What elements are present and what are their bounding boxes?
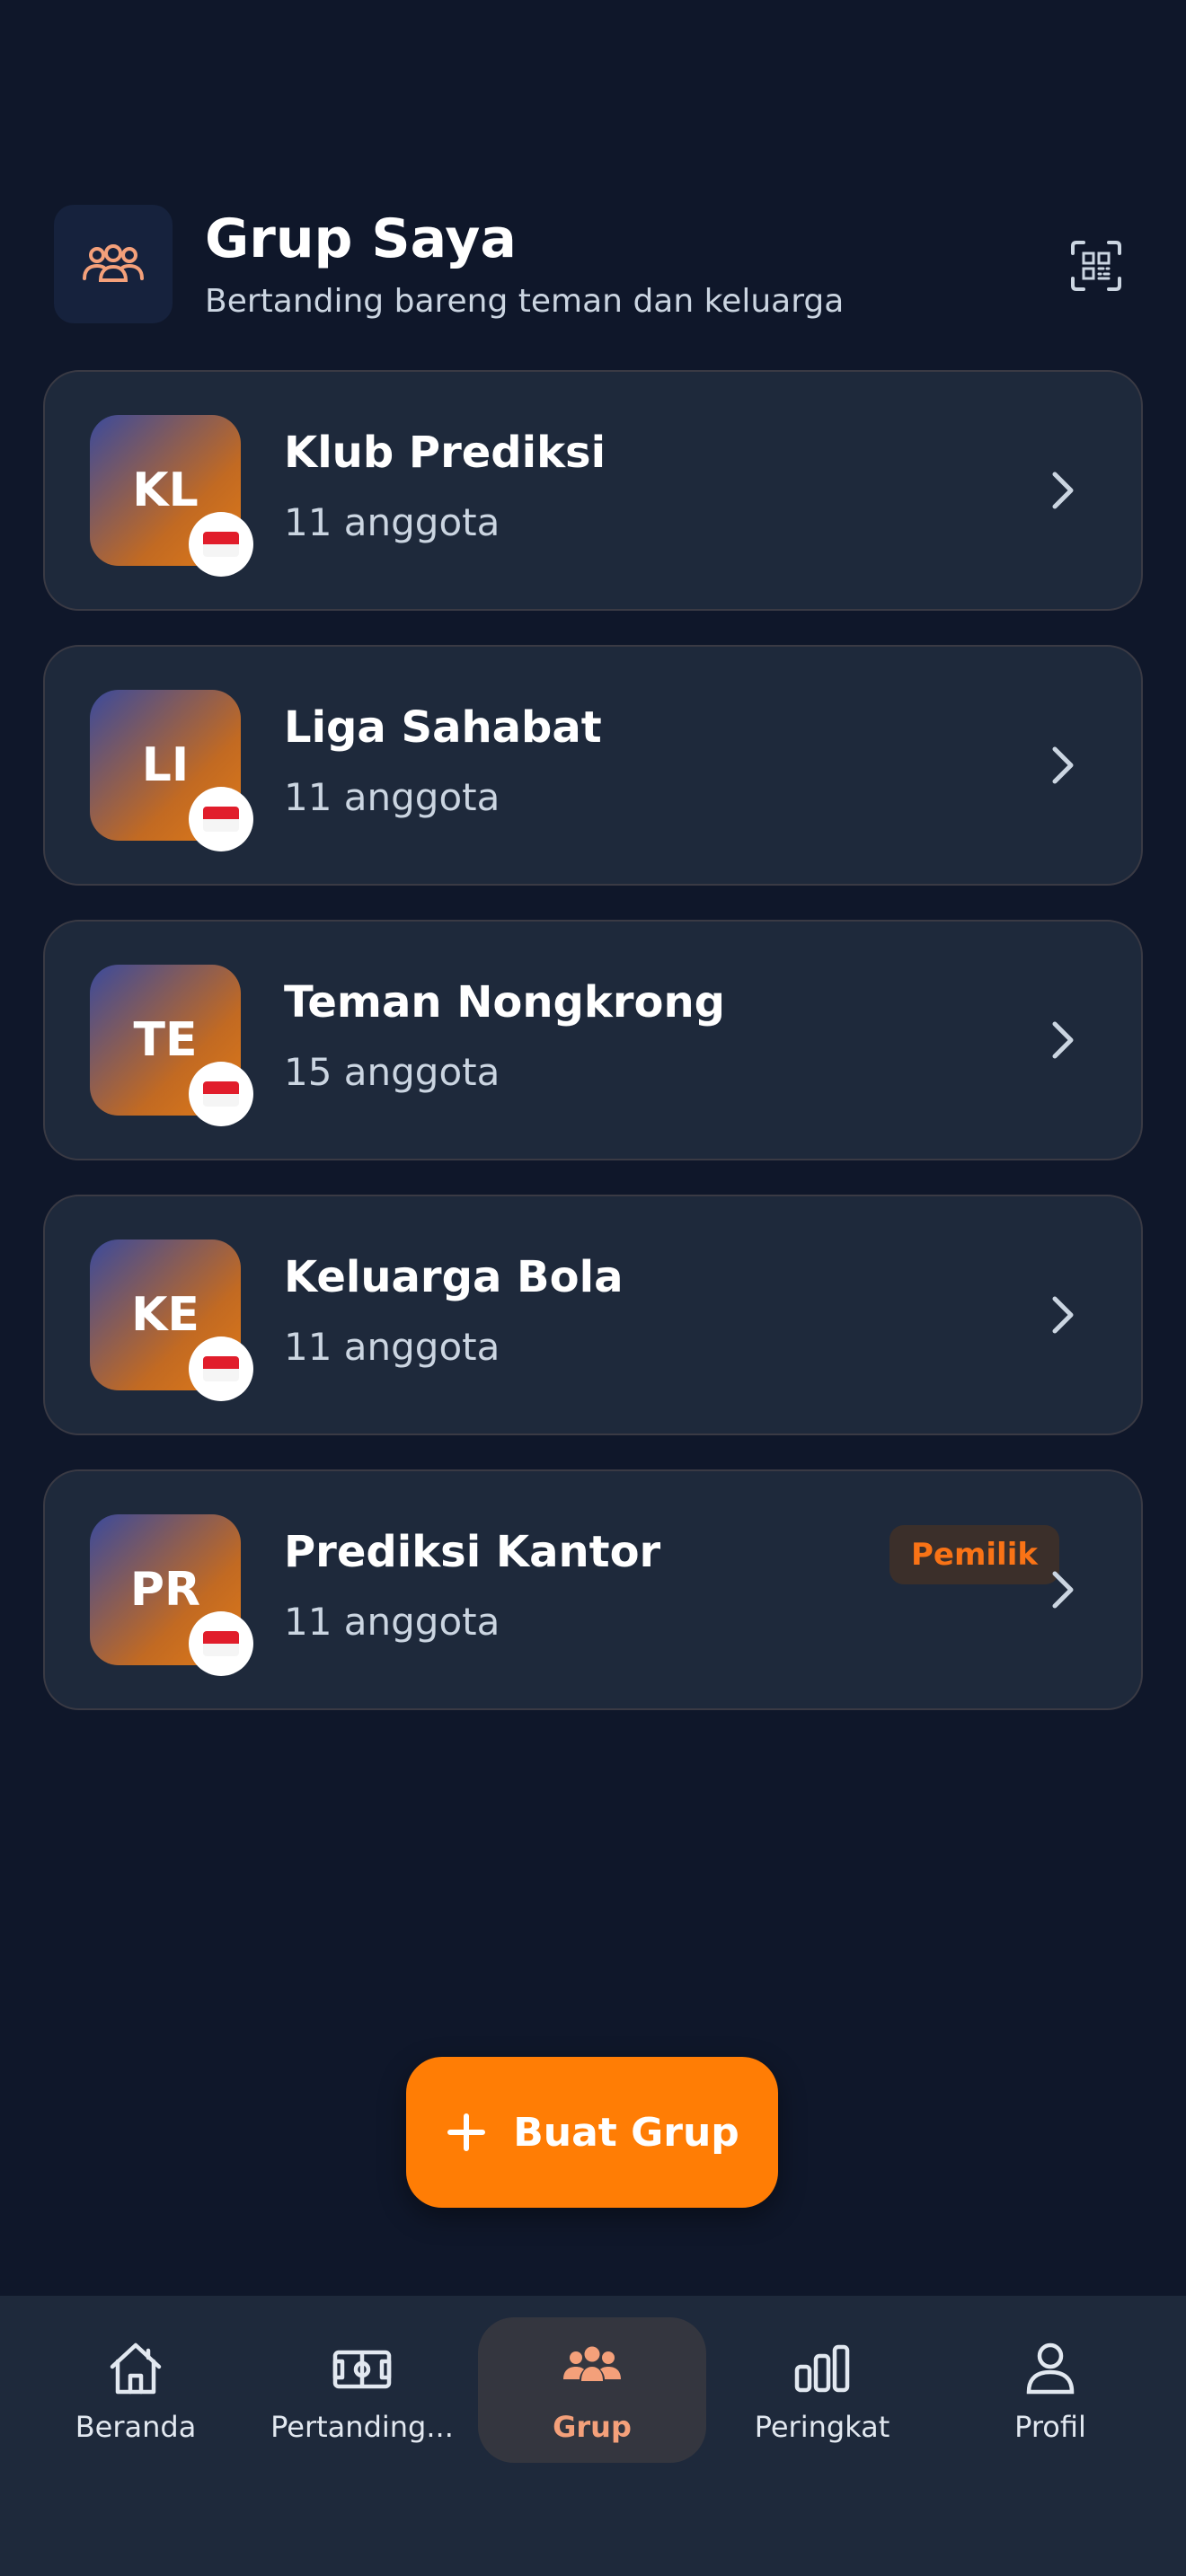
indonesia-flag-icon <box>189 1611 253 1676</box>
group-member-count: 11 anggota <box>284 1325 500 1369</box>
create-group-button[interactable]: Buat Grup <box>406 2057 778 2208</box>
group-member-count: 11 anggota <box>284 1600 500 1644</box>
group-name: Keluarga Bola <box>284 1252 624 1302</box>
chevron-right-icon <box>1052 1571 1074 1609</box>
chevron-right-icon <box>1052 1021 1074 1059</box>
group-member-count: 11 anggota <box>284 500 500 544</box>
page-subtitle: Bertanding bareng teman dan keluarga <box>205 283 845 320</box>
page-header: Grup Saya Bertanding bareng teman dan ke… <box>54 205 1132 323</box>
group-card[interactable]: TE Teman Nongkrong 15 anggota <box>43 920 1143 1160</box>
plus-icon <box>447 2113 486 2151</box>
users-group-icon <box>54 205 173 323</box>
groups-screen: Grup Saya Bertanding bareng teman dan ke… <box>0 0 1186 2576</box>
nav-item-profil[interactable]: Profil <box>936 2317 1164 2463</box>
group-card[interactable]: KE Keluarga Bola 11 anggota <box>43 1195 1143 1435</box>
bar-chart-icon <box>794 2344 850 2393</box>
owner-badge: Pemilik <box>890 1525 1059 1584</box>
group-name: Klub Prediksi <box>284 428 606 478</box>
group-list: KL Klub Prediksi 11 anggota LI Liga Saha… <box>43 370 1143 1744</box>
users-group-icon <box>563 2346 621 2381</box>
group-card[interactable]: LI Liga Sahabat 11 anggota <box>43 645 1143 886</box>
chevron-right-icon <box>1052 746 1074 784</box>
qr-scan-button[interactable] <box>1060 230 1132 302</box>
football-field-icon <box>332 2350 392 2389</box>
indonesia-flag-icon <box>189 512 253 577</box>
chevron-right-icon <box>1052 472 1074 509</box>
page-title: Grup Saya <box>205 207 517 270</box>
group-member-count: 15 anggota <box>284 1050 500 1094</box>
nav-label: Beranda <box>75 2410 197 2444</box>
group-card[interactable]: KL Klub Prediksi 11 anggota <box>43 370 1143 611</box>
bottom-navigation: Beranda Pertanding... Grup Peringkat Pro… <box>0 2296 1186 2576</box>
nav-item-grup[interactable]: Grup <box>478 2317 706 2463</box>
qr-scan-icon <box>1071 241 1121 291</box>
nav-label: Peringkat <box>754 2410 890 2444</box>
nav-label: Grup <box>553 2410 632 2444</box>
user-icon <box>1026 2342 1075 2395</box>
group-name: Teman Nongkrong <box>284 977 725 1028</box>
group-member-count: 11 anggota <box>284 775 500 819</box>
indonesia-flag-icon <box>189 1337 253 1401</box>
create-group-label: Buat Grup <box>513 2109 739 2156</box>
nav-label: Profil <box>1014 2410 1086 2444</box>
indonesia-flag-icon <box>189 787 253 851</box>
chevron-right-icon <box>1052 1296 1074 1334</box>
nav-item-beranda[interactable]: Beranda <box>22 2317 250 2463</box>
indonesia-flag-icon <box>189 1062 253 1126</box>
nav-item-peringkat[interactable]: Peringkat <box>708 2317 936 2463</box>
group-name: Liga Sahabat <box>284 702 602 753</box>
group-name: Prediksi Kantor <box>284 1527 661 1577</box>
nav-item-pertandingan[interactable]: Pertanding... <box>248 2317 476 2463</box>
home-icon <box>110 2342 162 2395</box>
group-card[interactable]: PR Prediksi Kantor 11 anggota Pemilik <box>43 1469 1143 1710</box>
nav-label: Pertanding... <box>270 2410 454 2444</box>
